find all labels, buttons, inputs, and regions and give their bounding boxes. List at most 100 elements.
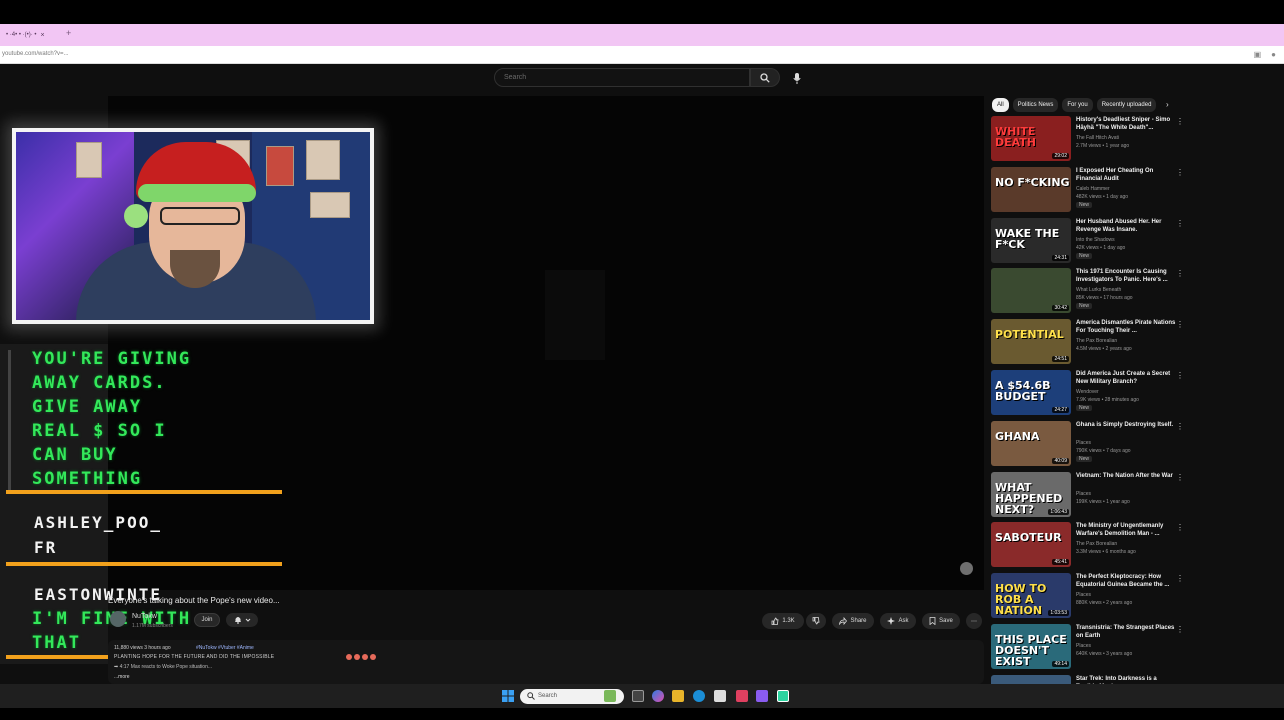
recommendation-item[interactable]: WHAT HAPPENED NEXT? 1:06:43 Vietnam: The N…: [990, 471, 1184, 518]
recommendation-channel[interactable]: What Lurks Beneath: [1076, 287, 1121, 293]
video-thumbnail[interactable]: THIS PLACE DOESN'T EXIST 49:14: [991, 624, 1071, 669]
new-tab-icon[interactable]: +: [66, 28, 71, 38]
recommendation-title[interactable]: America Dismantles Pirate Nations For To…: [1076, 319, 1176, 335]
chat-divider: [6, 562, 282, 566]
recommendation-channel[interactable]: Caleb Hammer: [1076, 186, 1110, 192]
save-button[interactable]: Save: [922, 613, 960, 629]
app-icon[interactable]: [736, 690, 748, 702]
recommendation-channel[interactable]: The Pax Borealian: [1076, 338, 1117, 344]
chip-recently-uploaded[interactable]: Recently uploaded: [1096, 98, 1157, 112]
recommendation-channel[interactable]: Places: [1076, 643, 1091, 649]
player-settings-icon[interactable]: [960, 562, 973, 575]
recommendation-item[interactable]: HOW TO ROB A NATION 1:03:53 The Perfect Kl…: [990, 573, 1184, 619]
search-input[interactable]: Search: [494, 68, 750, 87]
recommendation-title[interactable]: The Ministry of Ungentlemanly Warfare's …: [1076, 522, 1176, 538]
browser-tab[interactable]: • ·4• • ·(•)· • ×: [0, 28, 51, 42]
recommendation-title[interactable]: Transnistria: The Strangest Places on Ea…: [1076, 624, 1176, 640]
video-thumbnail[interactable]: GHANA 40:09: [991, 420, 1071, 466]
recommendation-item[interactable]: WHITE DEATH 29:02 History's Deadliest Snip…: [990, 116, 1184, 162]
edge-icon[interactable]: [693, 690, 705, 702]
video-thumbnail[interactable]: A $54.6B BUDGET 24:27: [991, 370, 1071, 415]
kebab-menu-icon[interactable]: ⋮: [1176, 574, 1184, 583]
chip-politics-news[interactable]: Politics News: [1012, 98, 1059, 112]
file-explorer-icon[interactable]: [672, 690, 684, 702]
views-and-date: 11,880 views 3 hours ago: [114, 645, 171, 651]
share-button[interactable]: Share: [832, 613, 874, 629]
search-icon: [527, 692, 535, 700]
video-thumbnail[interactable]: WAKE THE F*CK 24:31: [991, 217, 1071, 263]
recommendation-channel[interactable]: Places: [1076, 491, 1091, 497]
app-icon[interactable]: [756, 690, 768, 702]
duration-badge: 45:41: [1052, 559, 1069, 566]
kebab-menu-icon[interactable]: ⋮: [1176, 422, 1184, 431]
profile-icon[interactable]: ●: [1271, 50, 1276, 59]
widget-icon[interactable]: [604, 690, 616, 702]
recommendation-item[interactable]: GHANA 40:09 Ghana is Simply Destroying Its…: [990, 420, 1184, 467]
close-icon[interactable]: ×: [41, 32, 45, 39]
windows-start-icon[interactable]: [502, 690, 514, 702]
recommendation-title[interactable]: History's Deadliest Sniper - Simo Häyhä …: [1076, 116, 1176, 132]
video-thumbnail[interactable]: POTENTIAL 24:51: [991, 319, 1071, 365]
recommendation-title[interactable]: This 1971 Encounter Is Causing Investiga…: [1076, 268, 1176, 284]
recommendation-channel[interactable]: The Fall Hitch Avati: [1076, 135, 1119, 141]
address-bar[interactable]: youtube.com/watch?v=... ▣ ●: [0, 46, 1284, 64]
kebab-menu-icon[interactable]: ⋮: [1176, 625, 1184, 634]
extensions-icon[interactable]: ▣: [1254, 50, 1262, 59]
recommendation-item[interactable]: A $54.6B BUDGET 24:27 Did America Just Cre…: [990, 370, 1184, 416]
channel-name[interactable]: NuTokw: [132, 613, 157, 620]
description-text: PLANTING HOPE FOR THE FUTURE AND DID THE…: [114, 654, 275, 660]
avatar[interactable]: [110, 611, 126, 627]
kebab-menu-icon[interactable]: ⋮: [1176, 371, 1184, 380]
kebab-menu-icon[interactable]: ⋮: [1176, 523, 1184, 532]
recommendation-title[interactable]: I Exposed Her Cheating On Financial Audi…: [1076, 167, 1176, 183]
recommendation-channel[interactable]: The Pax Borealian: [1076, 541, 1117, 547]
video-thumbnail[interactable]: SABOTEUR 45:41: [991, 522, 1071, 568]
kebab-menu-icon[interactable]: ⋮: [1176, 219, 1184, 228]
recommendation-item[interactable]: THIS PLACE DOESN'T EXIST 49:14 Transnistri…: [990, 624, 1184, 670]
video-thumbnail[interactable]: NO F*CKING: [991, 166, 1071, 212]
recommendation-title[interactable]: The Perfect Kleptocracy: How Equatorial …: [1076, 573, 1176, 589]
task-view-icon[interactable]: [632, 690, 644, 702]
recommendation-channel[interactable]: Places: [1076, 440, 1091, 446]
top-black-bar: [0, 0, 1284, 24]
recommendation-title[interactable]: Ghana is Simply Destroying Itself.: [1076, 421, 1176, 429]
recommendation-item[interactable]: 30:42 This 1971 Encounter Is Causing Inve…: [990, 268, 1184, 314]
copilot-icon[interactable]: [652, 690, 664, 702]
subscribed-button[interactable]: [226, 613, 258, 627]
voice-search-button[interactable]: [788, 69, 806, 87]
recommendation-title[interactable]: Her Husband Abused Her. Her Revenge Was …: [1076, 218, 1176, 234]
kebab-menu-icon[interactable]: ⋮: [1176, 473, 1184, 482]
video-thumbnail[interactable]: HOW TO ROB A NATION 1:03:53: [991, 573, 1071, 619]
ask-button[interactable]: Ask: [880, 613, 916, 629]
show-more-link[interactable]: ...more: [114, 674, 130, 680]
kebab-menu-icon[interactable]: ⋮: [1176, 320, 1184, 329]
recommendation-channel[interactable]: Into the Shadows: [1076, 237, 1115, 243]
recommendation-title[interactable]: Did America Just Create a Secret New Mil…: [1076, 370, 1176, 386]
store-icon[interactable]: [714, 690, 726, 702]
app-icon[interactable]: [777, 690, 789, 702]
like-button[interactable]: 1.3K: [762, 613, 804, 629]
chip-for-you[interactable]: For you: [1062, 98, 1093, 112]
join-button[interactable]: Join: [194, 613, 220, 627]
recommendation-item[interactable]: WAKE THE F*CK 24:31 Her Husband Abused Her…: [990, 217, 1184, 264]
kebab-menu-icon[interactable]: ⋮: [1176, 269, 1184, 278]
recommendation-item[interactable]: NO F*CKING I Exposed Her Cheating On Fina…: [990, 166, 1184, 213]
kebab-menu-icon[interactable]: ⋮: [1176, 168, 1184, 177]
recommendation-meta: 790K views • 7 days ago: [1076, 447, 1131, 454]
recommendation-channel[interactable]: Wendover: [1076, 389, 1099, 395]
description-chapter[interactable]: ➡ 4:17 Max reacts to Woke Pope situation…: [114, 664, 212, 670]
recommendation-item[interactable]: POTENTIAL 24:51 America Dismantles Pirate …: [990, 319, 1184, 365]
recommendation-channel[interactable]: Places: [1076, 592, 1091, 598]
dislike-button[interactable]: [806, 613, 826, 629]
video-thumbnail[interactable]: WHITE DEATH 29:02: [991, 116, 1071, 161]
chip-all[interactable]: All: [992, 98, 1009, 112]
recommendation-item[interactable]: SABOTEUR 45:41 The Ministry of Ungentleman…: [990, 522, 1184, 568]
chevron-right-icon[interactable]: ›: [1166, 100, 1169, 109]
more-actions-button[interactable]: ⋯: [966, 613, 982, 629]
search-button[interactable]: [750, 68, 780, 87]
recommendation-title[interactable]: Vietnam: The Nation After the War: [1076, 472, 1176, 480]
video-thumbnail[interactable]: 30:42: [991, 268, 1071, 314]
hashtags[interactable]: #NuTokw #Vtuber #Anime: [196, 645, 254, 651]
video-thumbnail[interactable]: WHAT HAPPENED NEXT? 1:06:43: [991, 471, 1071, 517]
kebab-menu-icon[interactable]: ⋮: [1176, 117, 1184, 126]
